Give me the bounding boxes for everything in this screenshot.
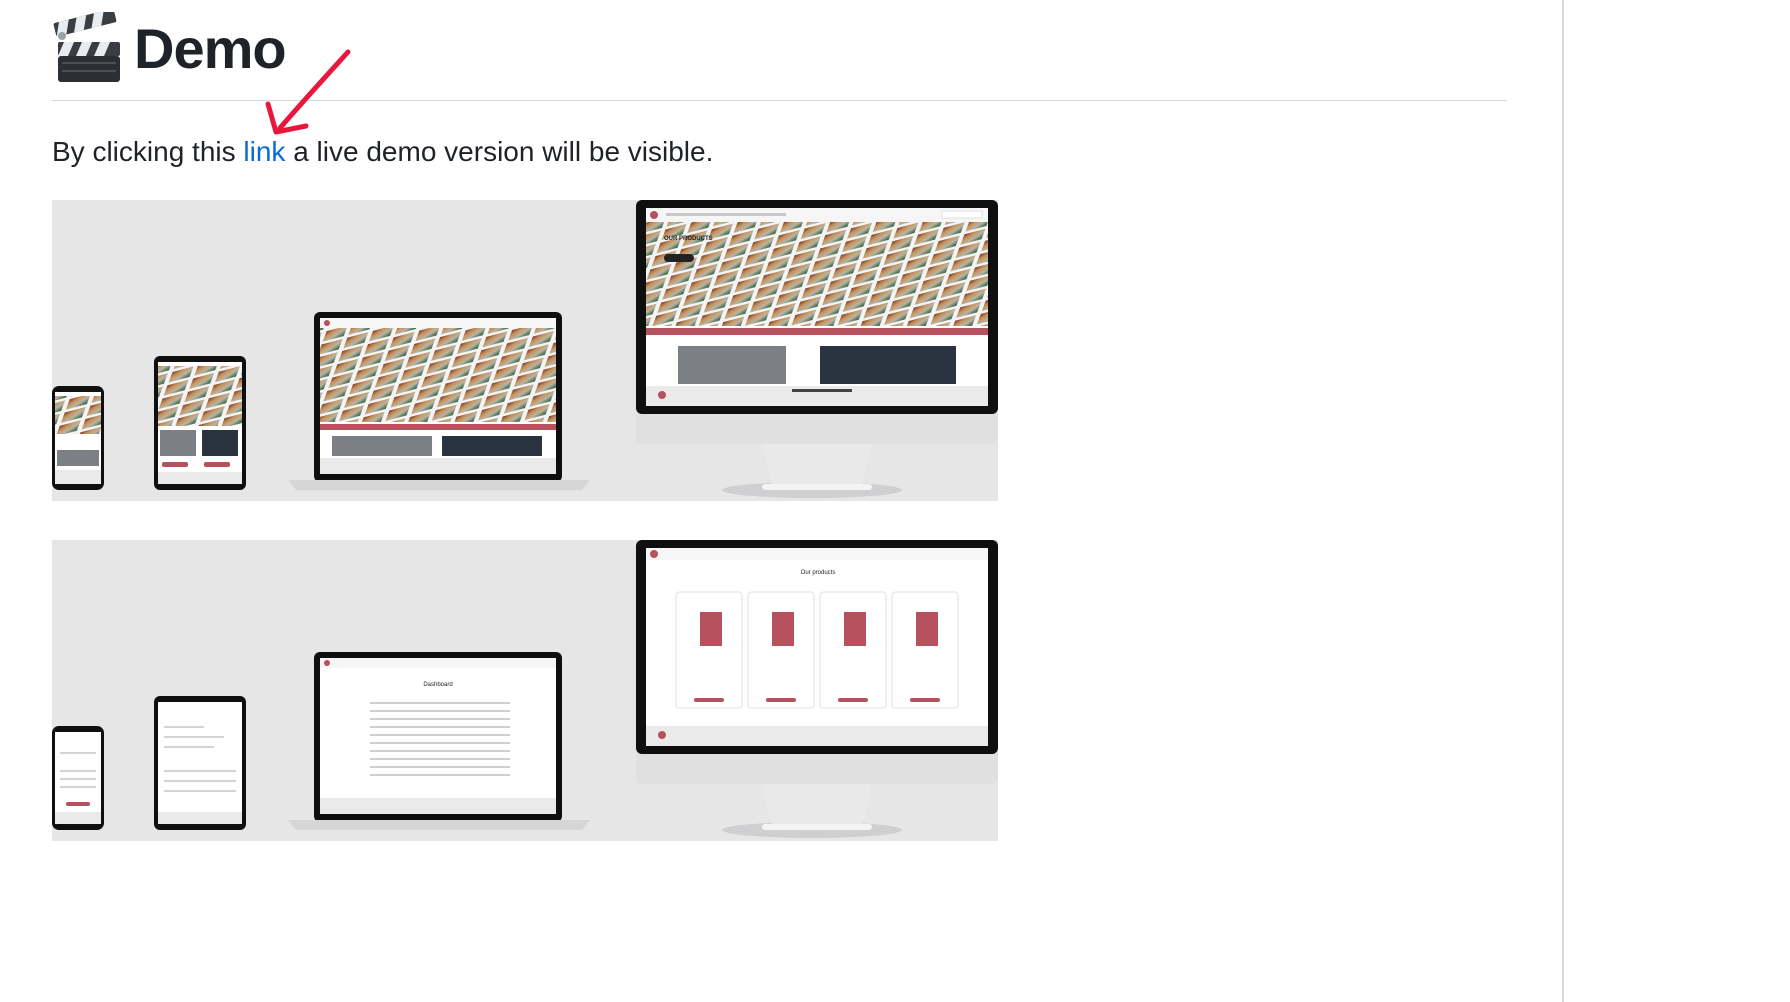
intro-text-after: a live demo version will be visible.	[285, 136, 714, 167]
intro-text-before: By clicking this	[52, 136, 244, 167]
device-mockup-image-products: Our products Dashboard	[52, 540, 998, 841]
intro-paragraph: By clicking this link a live demo versio…	[52, 132, 713, 172]
page-title-row: Demo	[52, 8, 287, 88]
desktop-mockup-products: Our products	[636, 540, 998, 830]
laptop-mockup	[288, 312, 590, 490]
tablet-mockup	[154, 356, 246, 490]
laptop-title: Dashboard	[423, 682, 452, 688]
desktop-mockup: OUR PRODUCTS	[636, 200, 998, 490]
phone-mockup-account	[52, 726, 104, 830]
clapper-board-icon	[52, 8, 122, 84]
red-arrow-icon	[265, 49, 351, 135]
svg-text:OUR PRODUCTS: OUR PRODUCTS	[664, 236, 713, 242]
tablet-mockup-checkout	[154, 696, 246, 830]
phone-mockup	[52, 386, 104, 490]
desktop-title: Our products	[801, 570, 836, 576]
device-mockup-image-home: OUR PRODUCTS	[52, 200, 998, 501]
laptop-mockup-dashboard: Dashboard	[288, 652, 590, 830]
demo-link[interactable]: link	[243, 136, 285, 167]
page-right-border	[1562, 0, 1564, 1002]
